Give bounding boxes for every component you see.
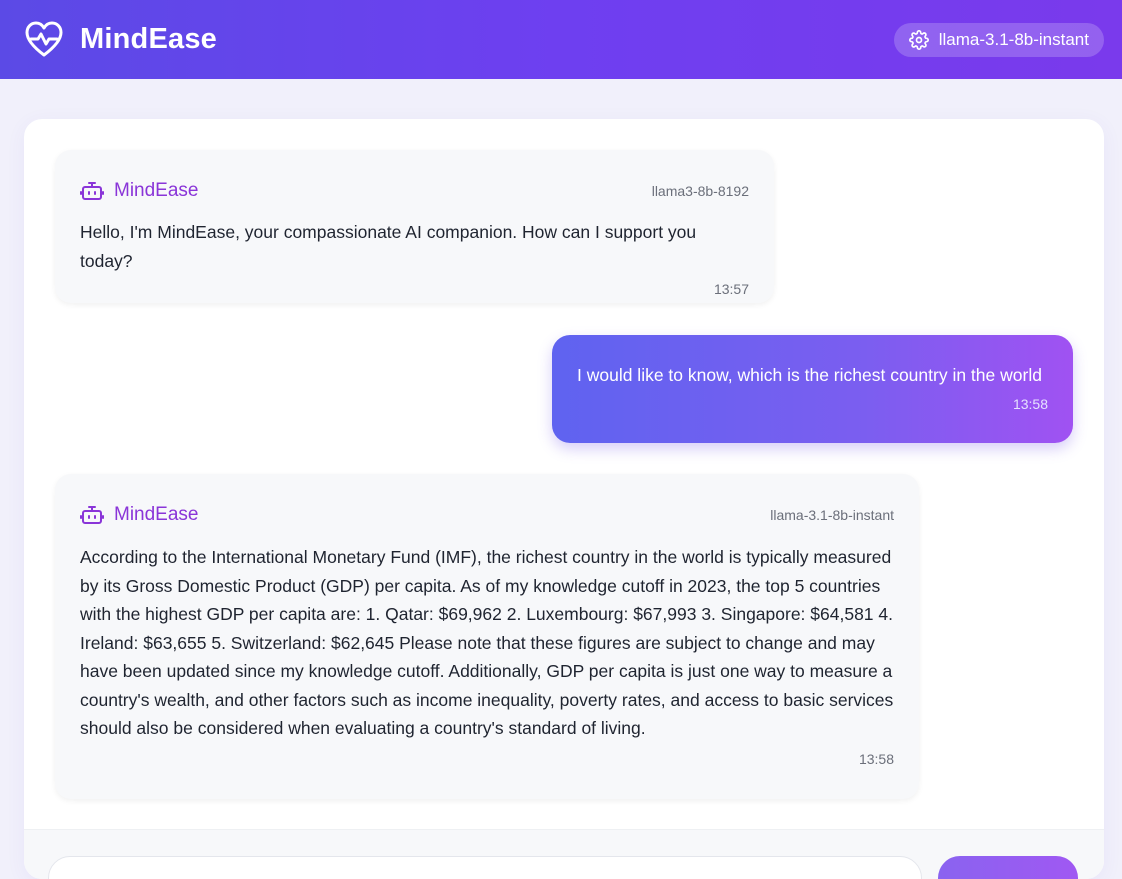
message-time: 13:57 <box>713 281 749 297</box>
composer-area <box>24 829 1104 879</box>
assistant-message: MindEase llama-3.1-8b-instant According … <box>55 474 919 799</box>
message-header: MindEase llama3-8b-8192 <box>80 178 749 204</box>
heart-pulse-icon <box>24 20 64 60</box>
app-title: MindEase <box>80 23 217 55</box>
brand: MindEase <box>24 20 217 60</box>
message-text: I would like to know, which is the riche… <box>577 365 1042 385</box>
model-tag: llama-3.1-8b-instant <box>770 507 894 523</box>
user-message: I would like to know, which is the riche… <box>552 335 1073 443</box>
message-time: 13:58 <box>858 750 894 767</box>
message-time: 13:58 <box>1012 396 1048 412</box>
robot-icon <box>80 179 104 203</box>
sender-name: MindEase <box>114 180 199 201</box>
message-input[interactable] <box>48 856 922 879</box>
model-selector-button[interactable]: llama-3.1-8b-instant <box>893 22 1104 57</box>
sender: MindEase <box>80 503 199 527</box>
message-header: MindEase llama-3.1-8b-instant <box>80 502 894 528</box>
robot-icon <box>80 503 104 527</box>
send-button[interactable] <box>938 856 1078 879</box>
model-selector-label: llama-3.1-8b-instant <box>938 29 1089 49</box>
gear-icon <box>908 29 929 50</box>
message-text: According to the International Monetary … <box>80 547 894 738</box>
assistant-message: MindEase llama3-8b-8192 Hello, I'm MindE… <box>55 150 774 303</box>
sender: MindEase <box>80 179 199 203</box>
chat-panel: MindEase llama3-8b-8192 Hello, I'm MindE… <box>24 119 1104 879</box>
message-text: Hello, I'm MindEase, your compassionate … <box>80 222 697 271</box>
sender-name: MindEase <box>114 504 199 525</box>
model-tag: llama3-8b-8192 <box>651 183 749 199</box>
app-header: MindEase llama-3.1-8b-instant <box>0 0 1122 79</box>
